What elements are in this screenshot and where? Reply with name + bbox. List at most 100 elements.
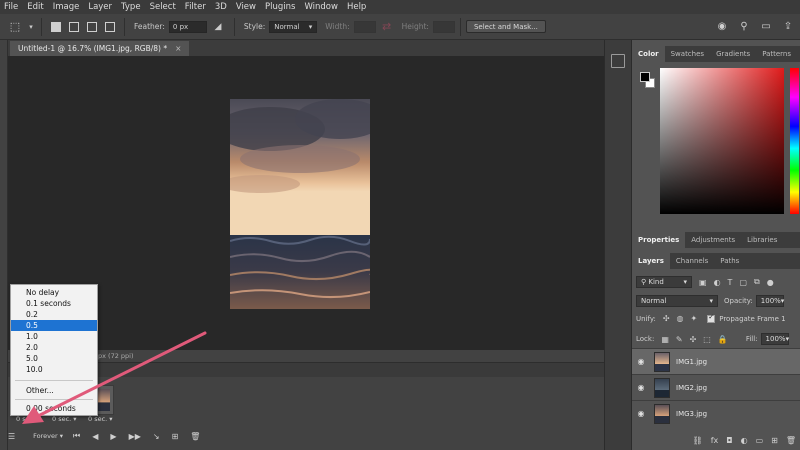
menu-3d[interactable]: 3D [215,2,227,12]
tab-adjustments[interactable]: Adjustments [685,232,741,248]
anti-alias-icon[interactable]: ◢ [207,18,229,36]
layer-row[interactable]: ◉ IMG3.jpg [632,400,800,426]
subtract-selection-icon[interactable] [87,21,97,32]
menu-file[interactable]: File [4,2,18,12]
smart-filter-icon[interactable]: ⧉ [754,277,760,287]
lock-artboard-icon[interactable]: ⬚ [703,335,711,344]
tab-color[interactable]: Color [632,46,665,62]
height-input[interactable] [432,20,455,33]
layer-row[interactable]: ◉ IMG2.jpg [632,374,800,400]
tab-properties[interactable]: Properties [632,232,686,248]
frame-delay-2[interactable]: 0 sec. ▾ [52,415,77,423]
intersect-selection-icon[interactable] [105,21,115,32]
delete-layer-icon[interactable]: 🗑 [786,436,796,445]
opacity-input[interactable]: 100% ▾ [755,295,784,307]
menu-plugins[interactable]: Plugins [265,2,295,12]
swap-icon[interactable]: ⇄ [376,18,398,36]
menu-type[interactable]: Type [121,2,141,12]
delay-option-current[interactable]: 0.00 seconds [11,403,97,414]
lock-position-icon[interactable]: ✣ [690,335,697,344]
marquee-tool-icon[interactable]: ⬚ [4,18,26,36]
tab-channels[interactable]: Channels [670,253,714,269]
link-layers-icon[interactable]: ⛓ [693,436,703,445]
unify-style-icon[interactable]: ✦ [691,314,698,323]
color-picker-field[interactable] [660,68,784,214]
menu-filter[interactable]: Filter [185,2,206,12]
layer-style-icon[interactable]: fx [711,436,719,445]
lock-all-icon[interactable]: 🔒 [718,335,728,344]
frame-delay-1[interactable]: 0 sec. ▾ [16,415,41,423]
tab-paths[interactable]: Paths [714,253,745,269]
type-filter-icon[interactable]: T [728,278,733,287]
user-icon[interactable]: ◉ [714,18,730,34]
delay-option-other[interactable]: Other... [11,385,97,396]
share-icon[interactable]: ⇪ [780,18,796,34]
delay-option-10-0[interactable]: 10.0 [11,364,97,375]
menu-image[interactable]: Image [53,2,80,12]
delay-option-2-0[interactable]: 2.0 [11,342,97,353]
menu-help[interactable]: Help [347,2,366,12]
collapse-panels-icon[interactable] [611,54,625,68]
tab-gradients[interactable]: Gradients [710,46,756,62]
propagate-frame-checkbox[interactable] [707,313,716,323]
propagate-frame-label: Propagate Frame 1 [719,314,786,323]
new-layer-icon[interactable]: ⊞ [771,436,778,445]
previous-frame-icon[interactable]: ◀ [92,432,98,441]
delay-option-0-5[interactable]: 0.5 [11,320,97,331]
fill-input[interactable]: 100% ▾ [760,333,789,345]
loop-select[interactable]: Forever ▾ [33,432,63,440]
unify-position-icon[interactable]: ✣ [663,314,670,323]
menu-edit[interactable]: Edit [27,2,43,12]
tab-patterns[interactable]: Patterns [756,46,797,62]
layer-kind-select[interactable]: ⚲ Kind ▾ [636,276,692,288]
hue-slider[interactable] [790,68,799,214]
menu-layer[interactable]: Layer [88,2,112,12]
close-icon[interactable]: × [175,44,181,53]
tab-swatches[interactable]: Swatches [665,46,710,62]
menu-view[interactable]: View [236,2,256,12]
play-icon[interactable]: ▶ [110,432,116,441]
lock-image-icon[interactable]: ✎ [676,335,683,344]
delete-frame-icon[interactable]: 🗑 [190,432,200,441]
blend-mode-select[interactable]: Normal ▾ [636,295,718,307]
add-mask-icon[interactable]: ◘ [726,436,732,445]
next-frame-icon[interactable]: ▶▶ [129,432,141,441]
search-icon[interactable]: ⚲ [736,18,752,34]
delay-option-5-0[interactable]: 5.0 [11,353,97,364]
new-group-icon[interactable]: ▭ [756,436,764,445]
delay-option-0-2[interactable]: 0.2 [11,309,97,320]
foreground-color-swatch[interactable] [640,72,650,82]
new-selection-icon[interactable] [51,21,61,32]
tween-icon[interactable]: ↘ [153,432,160,441]
delay-option-1-0[interactable]: 1.0 [11,331,97,342]
frame-delay-3[interactable]: 0 sec. ▾ [88,415,113,423]
menu-window[interactable]: Window [304,2,338,12]
visibility-eye-icon[interactable]: ◉ [632,409,650,418]
add-selection-icon[interactable] [69,21,79,32]
document-tab[interactable]: Untitled-1 @ 16.7% (IMG1.jpg, RGB/8) * × [10,41,190,56]
first-frame-icon[interactable]: ⏮ [73,431,80,441]
style-select[interactable]: Normal ▾ [269,20,318,33]
workspace-icon[interactable]: ▭ [758,18,774,34]
pixel-filter-icon[interactable]: ▣ [699,278,707,287]
unify-visibility-icon[interactable]: ◍ [677,314,684,323]
delay-option-0-1[interactable]: 0.1 seconds [11,298,97,309]
tab-libraries[interactable]: Libraries [741,232,783,248]
layer-row[interactable]: ◉ IMG1.jpg [632,348,800,374]
filter-toggle-icon[interactable]: ● [767,278,774,287]
select-and-mask-button[interactable]: Select and Mask... [465,20,546,33]
width-input[interactable] [353,20,376,33]
convert-timeline-icon[interactable]: ☰ [8,432,15,441]
delay-option-no-delay[interactable]: No delay [11,287,97,298]
tool-preset-chevron-icon[interactable]: ▾ [26,18,36,36]
lock-transparent-icon[interactable]: ▦ [661,335,669,344]
duplicate-frame-icon[interactable]: ⊞ [172,432,179,441]
feather-input[interactable]: 0 px [168,20,207,33]
tab-layers[interactable]: Layers [632,253,670,269]
visibility-eye-icon[interactable]: ◉ [632,383,650,392]
shape-filter-icon[interactable]: ▢ [739,278,747,287]
menu-select[interactable]: Select [150,2,176,12]
visibility-eye-icon[interactable]: ◉ [632,357,650,366]
adjustment-filter-icon[interactable]: ◐ [714,278,721,287]
adjustment-layer-icon[interactable]: ◐ [741,436,748,445]
